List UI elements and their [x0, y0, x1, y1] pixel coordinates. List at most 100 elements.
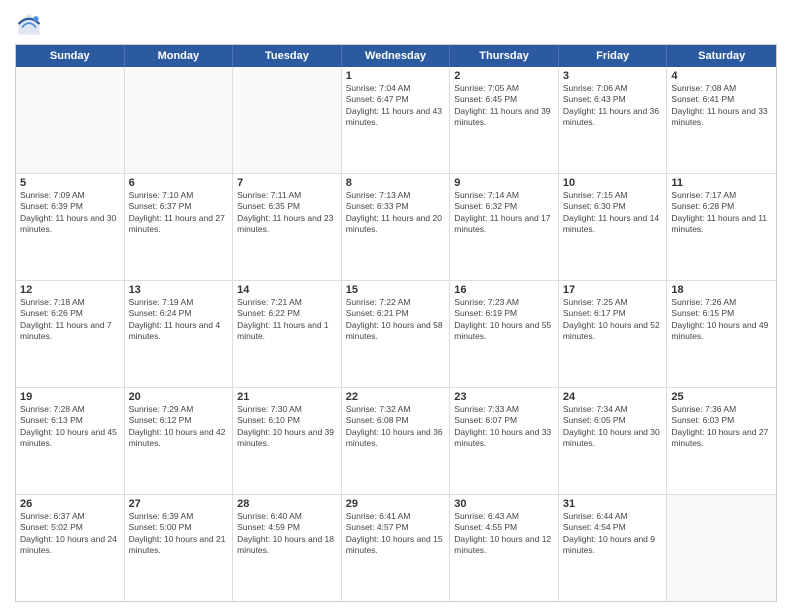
day-number: 20: [129, 391, 229, 403]
day-cell-15: 15Sunrise: 7:22 AMSunset: 6:21 PMDayligh…: [342, 281, 451, 387]
day-number: 22: [346, 391, 446, 403]
day-cell-8: 8Sunrise: 7:13 AMSunset: 6:33 PMDaylight…: [342, 174, 451, 280]
day-info: Sunrise: 7:36 AMSunset: 6:03 PMDaylight:…: [671, 404, 772, 450]
day-info: Sunrise: 6:40 AMSunset: 4:59 PMDaylight:…: [237, 511, 337, 557]
calendar-week-1: 1Sunrise: 7:04 AMSunset: 6:47 PMDaylight…: [16, 67, 776, 174]
day-cell-6: 6Sunrise: 7:10 AMSunset: 6:37 PMDaylight…: [125, 174, 234, 280]
day-info: Sunrise: 6:43 AMSunset: 4:55 PMDaylight:…: [454, 511, 554, 557]
logo: [15, 10, 47, 38]
day-info: Sunrise: 7:04 AMSunset: 6:47 PMDaylight:…: [346, 83, 446, 129]
day-info: Sunrise: 7:22 AMSunset: 6:21 PMDaylight:…: [346, 297, 446, 343]
day-info: Sunrise: 7:32 AMSunset: 6:08 PMDaylight:…: [346, 404, 446, 450]
day-number: 25: [671, 391, 772, 403]
day-number: 15: [346, 284, 446, 296]
day-number: 13: [129, 284, 229, 296]
day-info: Sunrise: 7:21 AMSunset: 6:22 PMDaylight:…: [237, 297, 337, 343]
day-cell-16: 16Sunrise: 7:23 AMSunset: 6:19 PMDayligh…: [450, 281, 559, 387]
calendar-week-4: 19Sunrise: 7:28 AMSunset: 6:13 PMDayligh…: [16, 388, 776, 495]
day-cell-17: 17Sunrise: 7:25 AMSunset: 6:17 PMDayligh…: [559, 281, 668, 387]
day-cell-23: 23Sunrise: 7:33 AMSunset: 6:07 PMDayligh…: [450, 388, 559, 494]
day-number: 6: [129, 177, 229, 189]
calendar-week-3: 12Sunrise: 7:18 AMSunset: 6:26 PMDayligh…: [16, 281, 776, 388]
day-number: 16: [454, 284, 554, 296]
header-day-thursday: Thursday: [450, 45, 559, 67]
day-info: Sunrise: 7:23 AMSunset: 6:19 PMDaylight:…: [454, 297, 554, 343]
day-cell-27: 27Sunrise: 6:39 AMSunset: 5:00 PMDayligh…: [125, 495, 234, 601]
day-number: 4: [671, 70, 772, 82]
day-cell-22: 22Sunrise: 7:32 AMSunset: 6:08 PMDayligh…: [342, 388, 451, 494]
day-number: 9: [454, 177, 554, 189]
day-cell-10: 10Sunrise: 7:15 AMSunset: 6:30 PMDayligh…: [559, 174, 668, 280]
day-cell-25: 25Sunrise: 7:36 AMSunset: 6:03 PMDayligh…: [667, 388, 776, 494]
day-number: 12: [20, 284, 120, 296]
day-number: 7: [237, 177, 337, 189]
day-cell-5: 5Sunrise: 7:09 AMSunset: 6:39 PMDaylight…: [16, 174, 125, 280]
day-info: Sunrise: 7:18 AMSunset: 6:26 PMDaylight:…: [20, 297, 120, 343]
header-day-monday: Monday: [125, 45, 234, 67]
day-cell-29: 29Sunrise: 6:41 AMSunset: 4:57 PMDayligh…: [342, 495, 451, 601]
day-cell-20: 20Sunrise: 7:29 AMSunset: 6:12 PMDayligh…: [125, 388, 234, 494]
empty-cell: [667, 495, 776, 601]
day-cell-26: 26Sunrise: 6:37 AMSunset: 5:02 PMDayligh…: [16, 495, 125, 601]
day-cell-19: 19Sunrise: 7:28 AMSunset: 6:13 PMDayligh…: [16, 388, 125, 494]
day-info: Sunrise: 7:10 AMSunset: 6:37 PMDaylight:…: [129, 190, 229, 236]
day-number: 30: [454, 498, 554, 510]
day-cell-28: 28Sunrise: 6:40 AMSunset: 4:59 PMDayligh…: [233, 495, 342, 601]
day-info: Sunrise: 7:25 AMSunset: 6:17 PMDaylight:…: [563, 297, 663, 343]
day-number: 8: [346, 177, 446, 189]
day-cell-7: 7Sunrise: 7:11 AMSunset: 6:35 PMDaylight…: [233, 174, 342, 280]
day-info: Sunrise: 7:19 AMSunset: 6:24 PMDaylight:…: [129, 297, 229, 343]
day-info: Sunrise: 6:39 AMSunset: 5:00 PMDaylight:…: [129, 511, 229, 557]
day-cell-3: 3Sunrise: 7:06 AMSunset: 6:43 PMDaylight…: [559, 67, 668, 173]
day-number: 18: [671, 284, 772, 296]
day-number: 27: [129, 498, 229, 510]
day-number: 24: [563, 391, 663, 403]
header-day-wednesday: Wednesday: [342, 45, 451, 67]
empty-cell: [16, 67, 125, 173]
day-cell-30: 30Sunrise: 6:43 AMSunset: 4:55 PMDayligh…: [450, 495, 559, 601]
empty-cell: [233, 67, 342, 173]
day-info: Sunrise: 7:15 AMSunset: 6:30 PMDaylight:…: [563, 190, 663, 236]
day-info: Sunrise: 7:29 AMSunset: 6:12 PMDaylight:…: [129, 404, 229, 450]
day-number: 10: [563, 177, 663, 189]
day-info: Sunrise: 7:28 AMSunset: 6:13 PMDaylight:…: [20, 404, 120, 450]
day-number: 17: [563, 284, 663, 296]
day-cell-9: 9Sunrise: 7:14 AMSunset: 6:32 PMDaylight…: [450, 174, 559, 280]
day-info: Sunrise: 6:41 AMSunset: 4:57 PMDaylight:…: [346, 511, 446, 557]
day-info: Sunrise: 7:33 AMSunset: 6:07 PMDaylight:…: [454, 404, 554, 450]
day-cell-12: 12Sunrise: 7:18 AMSunset: 6:26 PMDayligh…: [16, 281, 125, 387]
day-number: 11: [671, 177, 772, 189]
day-cell-4: 4Sunrise: 7:08 AMSunset: 6:41 PMDaylight…: [667, 67, 776, 173]
day-cell-13: 13Sunrise: 7:19 AMSunset: 6:24 PMDayligh…: [125, 281, 234, 387]
day-info: Sunrise: 7:09 AMSunset: 6:39 PMDaylight:…: [20, 190, 120, 236]
calendar-body: 1Sunrise: 7:04 AMSunset: 6:47 PMDaylight…: [16, 67, 776, 601]
day-number: 2: [454, 70, 554, 82]
day-info: Sunrise: 7:30 AMSunset: 6:10 PMDaylight:…: [237, 404, 337, 450]
day-info: Sunrise: 7:34 AMSunset: 6:05 PMDaylight:…: [563, 404, 663, 450]
day-number: 28: [237, 498, 337, 510]
day-info: Sunrise: 7:11 AMSunset: 6:35 PMDaylight:…: [237, 190, 337, 236]
calendar: SundayMondayTuesdayWednesdayThursdayFrid…: [15, 44, 777, 602]
day-cell-1: 1Sunrise: 7:04 AMSunset: 6:47 PMDaylight…: [342, 67, 451, 173]
calendar-header: SundayMondayTuesdayWednesdayThursdayFrid…: [16, 45, 776, 67]
day-number: 23: [454, 391, 554, 403]
day-number: 29: [346, 498, 446, 510]
day-info: Sunrise: 6:44 AMSunset: 4:54 PMDaylight:…: [563, 511, 663, 557]
day-number: 14: [237, 284, 337, 296]
calendar-week-5: 26Sunrise: 6:37 AMSunset: 5:02 PMDayligh…: [16, 495, 776, 601]
header-day-tuesday: Tuesday: [233, 45, 342, 67]
day-info: Sunrise: 7:26 AMSunset: 6:15 PMDaylight:…: [671, 297, 772, 343]
day-info: Sunrise: 7:17 AMSunset: 6:28 PMDaylight:…: [671, 190, 772, 236]
calendar-week-2: 5Sunrise: 7:09 AMSunset: 6:39 PMDaylight…: [16, 174, 776, 281]
day-number: 19: [20, 391, 120, 403]
day-cell-18: 18Sunrise: 7:26 AMSunset: 6:15 PMDayligh…: [667, 281, 776, 387]
day-number: 1: [346, 70, 446, 82]
logo-icon: [15, 10, 43, 38]
day-info: Sunrise: 7:05 AMSunset: 6:45 PMDaylight:…: [454, 83, 554, 129]
day-number: 21: [237, 391, 337, 403]
day-cell-14: 14Sunrise: 7:21 AMSunset: 6:22 PMDayligh…: [233, 281, 342, 387]
day-number: 31: [563, 498, 663, 510]
day-cell-21: 21Sunrise: 7:30 AMSunset: 6:10 PMDayligh…: [233, 388, 342, 494]
day-cell-31: 31Sunrise: 6:44 AMSunset: 4:54 PMDayligh…: [559, 495, 668, 601]
day-number: 3: [563, 70, 663, 82]
